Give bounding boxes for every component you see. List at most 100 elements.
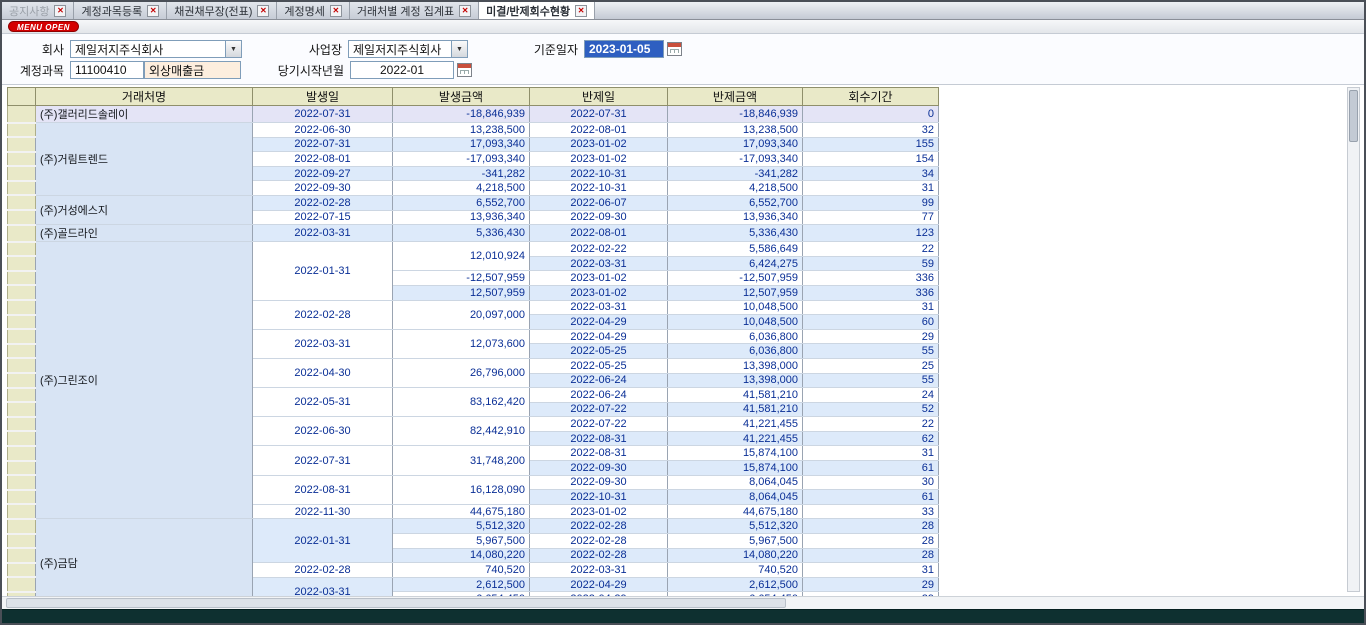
cell-samt[interactable]: 41,221,455 <box>668 417 803 432</box>
cell-samt[interactable]: 5,336,430 <box>668 225 803 242</box>
cell-amt[interactable]: 83,162,420 <box>393 388 530 417</box>
row-selector[interactable] <box>8 123 36 138</box>
menu-open-button[interactable]: MENU OPEN <box>8 21 79 32</box>
cell-amt[interactable]: 5,967,500 <box>393 534 530 549</box>
cell-amt[interactable]: 12,010,924 <box>393 242 530 271</box>
cell-sdate[interactable]: 2022-06-24 <box>530 373 668 388</box>
cell-samt[interactable]: 17,093,340 <box>668 137 803 152</box>
cell-amt[interactable]: 16,128,090 <box>393 475 530 504</box>
cell-samt[interactable]: 41,581,210 <box>668 402 803 417</box>
cell-days[interactable]: 34 <box>803 166 939 181</box>
cell-days[interactable]: 22 <box>803 242 939 257</box>
cell-sdate[interactable]: 2022-09-30 <box>530 475 668 490</box>
cell-amt[interactable]: 13,238,500 <box>393 123 530 138</box>
cell-sdate[interactable]: 2022-09-30 <box>530 210 668 225</box>
cell-days[interactable]: 31 <box>803 446 939 461</box>
row-selector[interactable] <box>8 548 36 563</box>
cell-sdate[interactable]: 2022-04-29 <box>530 577 668 592</box>
row-selector[interactable] <box>8 417 36 432</box>
cell-amt[interactable]: -18,846,939 <box>393 106 530 123</box>
cell-amt[interactable]: -341,282 <box>393 166 530 181</box>
row-selector[interactable] <box>8 431 36 446</box>
row-selector[interactable] <box>8 461 36 476</box>
row-selector[interactable] <box>8 490 36 505</box>
cell-samt[interactable]: 5,586,649 <box>668 242 803 257</box>
cell-date[interactable]: 2022-11-30 <box>253 504 393 519</box>
tab-2[interactable]: 채권채무장(전표)✕ <box>167 2 277 19</box>
row-selector[interactable] <box>8 446 36 461</box>
row-selector[interactable] <box>8 137 36 152</box>
base-date-input[interactable]: 2023-01-05 <box>584 40 664 58</box>
cell-samt[interactable]: 44,675,180 <box>668 504 803 519</box>
cell-amt[interactable]: 31,748,200 <box>393 446 530 475</box>
cell-date[interactable]: 2022-03-31 <box>253 577 393 596</box>
close-icon[interactable]: ✕ <box>257 5 269 17</box>
cell-amt[interactable]: 14,080,220 <box>393 548 530 563</box>
cell-days[interactable]: 31 <box>803 563 939 578</box>
cell-amt[interactable]: -17,093,340 <box>393 152 530 167</box>
cell-samt[interactable]: 41,581,210 <box>668 388 803 403</box>
cell-samt[interactable]: 6,424,275 <box>668 256 803 271</box>
cell-sdate[interactable]: 2022-04-29 <box>530 315 668 330</box>
cell-sdate[interactable]: 2023-01-02 <box>530 152 668 167</box>
cell-date[interactable]: 2022-02-28 <box>253 300 393 329</box>
row-selector[interactable] <box>8 195 36 210</box>
cell-date[interactable]: 2022-05-31 <box>253 388 393 417</box>
row-selector[interactable] <box>8 373 36 388</box>
close-icon[interactable]: ✕ <box>330 5 342 17</box>
cell-samt[interactable]: 6,552,700 <box>668 195 803 210</box>
cell-amt[interactable]: 17,093,340 <box>393 137 530 152</box>
cell-sdate[interactable]: 2022-04-29 <box>530 329 668 344</box>
cell-days[interactable]: 29 <box>803 577 939 592</box>
cell-days[interactable]: 31 <box>803 300 939 315</box>
cell-date[interactable]: 2022-07-15 <box>253 210 393 225</box>
cell-samt[interactable]: 5,967,500 <box>668 534 803 549</box>
cell-sdate[interactable]: 2022-05-25 <box>530 344 668 359</box>
row-selector[interactable] <box>8 256 36 271</box>
row-selector[interactable] <box>8 166 36 181</box>
row-selector[interactable] <box>8 225 36 242</box>
row-selector[interactable] <box>8 315 36 330</box>
row-selector[interactable] <box>8 504 36 519</box>
cell-samt[interactable]: 13,398,000 <box>668 373 803 388</box>
tab-3[interactable]: 계정명세✕ <box>277 2 349 19</box>
cell-date[interactable]: 2022-03-31 <box>253 329 393 358</box>
tab-5[interactable]: 미결/반제회수현황✕ <box>479 2 595 19</box>
close-icon[interactable]: ✕ <box>54 5 66 17</box>
calendar-icon[interactable] <box>667 42 682 56</box>
cell-sdate[interactable]: 2022-03-31 <box>530 256 668 271</box>
cell-samt[interactable]: -12,507,959 <box>668 271 803 286</box>
row-selector[interactable] <box>8 534 36 549</box>
cell-days[interactable]: 336 <box>803 271 939 286</box>
cell-sdate[interactable]: 2022-07-22 <box>530 402 668 417</box>
cell-samt[interactable]: 5,512,320 <box>668 519 803 534</box>
cell-sdate[interactable]: 2023-01-02 <box>530 504 668 519</box>
row-selector[interactable] <box>8 106 36 123</box>
close-icon[interactable]: ✕ <box>575 5 587 17</box>
site-select[interactable]: 제일저지주식회사 ▼ <box>348 40 468 58</box>
cell-amt[interactable]: 26,796,000 <box>393 358 530 387</box>
period-start-input[interactable]: 2022-01 <box>350 61 454 79</box>
cell-amt[interactable]: 4,218,500 <box>393 181 530 196</box>
row-selector[interactable] <box>8 388 36 403</box>
cell-samt[interactable]: 14,080,220 <box>668 548 803 563</box>
cell-days[interactable]: 28 <box>803 519 939 534</box>
cell-sdate[interactable]: 2022-06-07 <box>530 195 668 210</box>
cell-samt[interactable]: 13,398,000 <box>668 358 803 373</box>
cell-date[interactable]: 2022-02-28 <box>253 195 393 210</box>
cell-sdate[interactable]: 2023-01-02 <box>530 271 668 286</box>
cell-date[interactable]: 2022-08-31 <box>253 475 393 504</box>
cell-days[interactable]: 28 <box>803 534 939 549</box>
cell-days[interactable]: 55 <box>803 344 939 359</box>
cell-samt[interactable]: 6,036,800 <box>668 329 803 344</box>
cell-sdate[interactable]: 2022-08-01 <box>530 123 668 138</box>
cell-sdate[interactable]: 2022-10-31 <box>530 181 668 196</box>
cell-date[interactable]: 2022-02-28 <box>253 563 393 578</box>
cell-sdate[interactable]: 2022-06-24 <box>530 388 668 403</box>
chevron-down-icon[interactable]: ▼ <box>451 41 467 57</box>
cell-date[interactable]: 2022-04-30 <box>253 358 393 387</box>
cell-amt[interactable]: 5,336,430 <box>393 225 530 242</box>
row-selector[interactable] <box>8 358 36 373</box>
cell-samt[interactable]: 8,064,045 <box>668 490 803 505</box>
row-selector[interactable] <box>8 271 36 286</box>
